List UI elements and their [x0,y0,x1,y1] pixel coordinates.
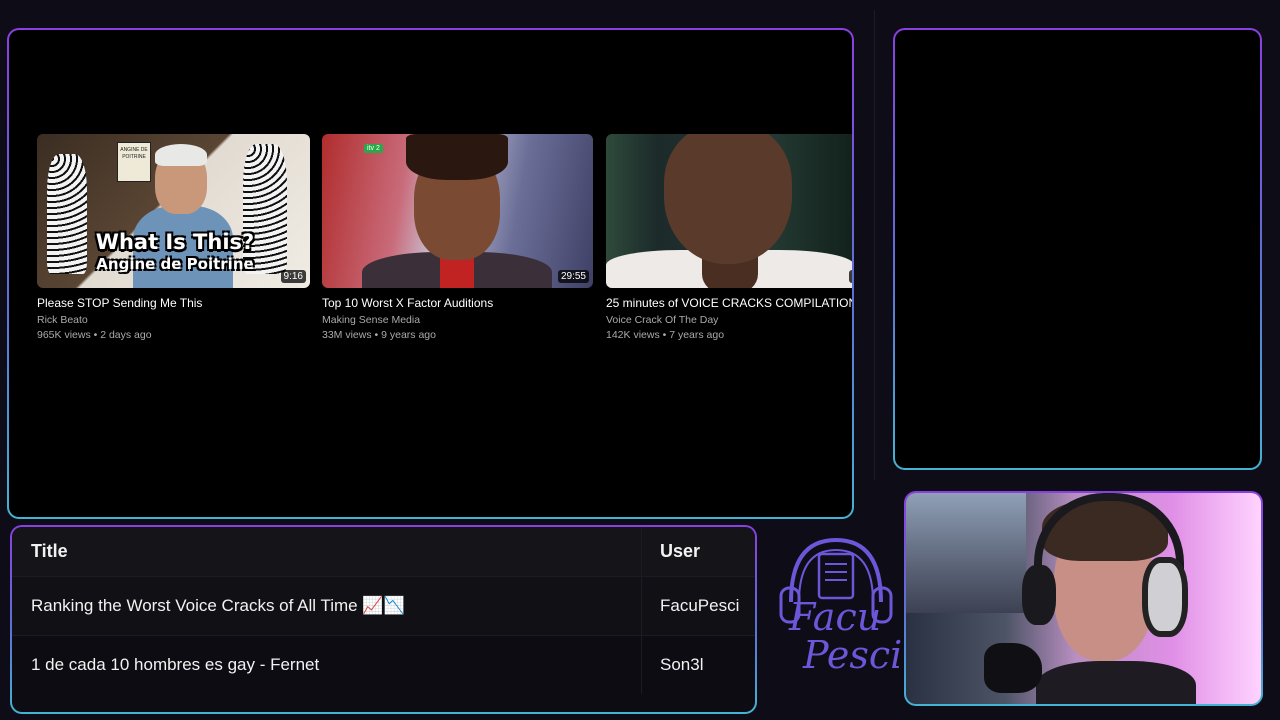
column-header-title[interactable]: Title [12,527,642,576]
video-title[interactable]: Top 10 Worst X Factor Auditions [322,296,593,310]
request-title: Ranking the Worst Voice Cracks of All Ti… [12,577,642,635]
headphone-cup [1142,557,1188,637]
channel-name[interactable]: Voice Crack Of The Day [606,314,852,326]
main-video-panel: ANGINE DE POITRINE What Is This? Angine … [7,28,854,519]
streamer-logo: Facu Pesci [777,532,902,708]
video-card[interactable]: ANGINE DE POITRINE What Is This? Angine … [37,134,310,341]
thumb-caption: Angine de Poitrine [96,255,254,273]
video-stats: 33M views • 9 years ago [322,329,436,341]
video-thumbnail[interactable]: itv 2 29:55 [322,134,593,288]
table-row[interactable]: Ranking the Worst Voice Cracks of All Ti… [12,577,755,635]
video-card[interactable]: itv 2 29:55 Top 10 Worst X Factor Auditi… [322,134,593,341]
layout-divider [874,10,875,480]
channel-name[interactable]: Rick Beato [37,314,310,326]
duration-badge: 25 [848,270,852,283]
video-recommendations: ANGINE DE POITRINE What Is This? Angine … [35,134,852,354]
request-queue-panel: Title User Ranking the Worst Voice Crack… [10,525,757,714]
video-thumbnail[interactable]: 25 [606,134,852,288]
webcam-feed [906,493,1261,704]
side-panel [893,28,1262,470]
duration-badge: 9:16 [280,270,306,283]
table-header: Title User [12,527,755,576]
logo-text-first: Facu [789,595,882,639]
video-browser: ANGINE DE POITRINE What Is This? Angine … [9,30,852,517]
microphone-icon [984,643,1042,693]
video-thumbnail[interactable]: ANGINE DE POITRINE What Is This? Angine … [37,134,310,288]
webcam-panel [904,491,1263,706]
duration-badge: 29:55 [557,270,589,283]
thumb-figure [406,134,508,180]
video-card[interactable]: 25 25 minutes of VOICE CRACKS COMPILATIO… [606,134,852,341]
logo-text-last: Pesci [803,633,903,677]
video-stats: 142K views • 7 years ago [606,329,725,341]
headphone-cup [1022,565,1056,625]
video-title[interactable]: Please STOP Sending Me This [37,296,310,310]
thumb-caption: What Is This? [95,230,255,254]
request-title: 1 de cada 10 hombres es gay - Fernet [12,636,642,694]
channel-name[interactable]: Making Sense Media [322,314,593,326]
background-window [906,493,1026,613]
video-title[interactable]: 25 minutes of VOICE CRACKS COMPILATION! [606,296,852,310]
thumb-figure [664,134,792,264]
channel-logo: itv 2 [364,144,383,153]
thumb-figure [155,144,207,166]
thumb-figure [47,154,87,274]
request-user: FacuPesci [660,596,740,615]
video-stats: 965K views • 2 days ago [37,329,152,341]
thumb-poster: ANGINE DE POITRINE [117,142,151,182]
table-row[interactable]: 1 de cada 10 hombres es gay - Fernet Son… [12,636,755,694]
side-panel-content [895,30,1260,468]
streamer-shirt [1036,661,1196,704]
column-header-user[interactable]: User [642,541,700,562]
request-user: Son3l [660,655,704,674]
request-queue-table: Title User Ranking the Worst Voice Crack… [12,527,755,712]
